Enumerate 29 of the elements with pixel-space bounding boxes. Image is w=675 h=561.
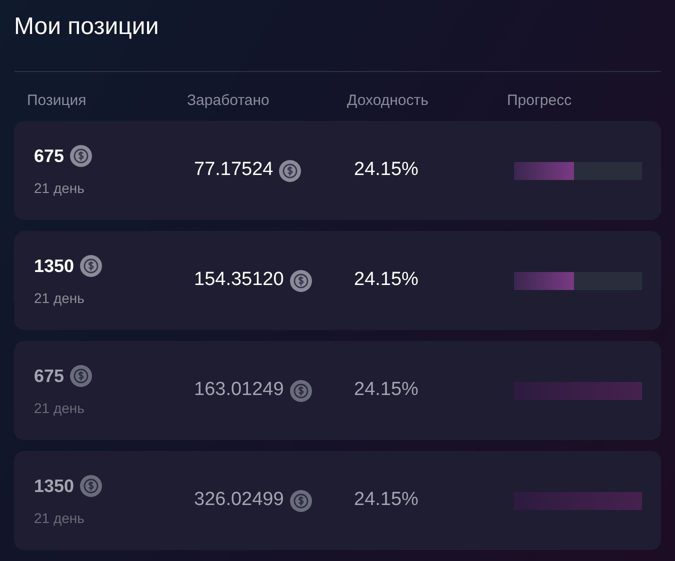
position-term: 21 день	[34, 178, 84, 198]
earned-amount: 163.01249	[194, 378, 284, 402]
page-title: Мои позиции	[14, 12, 160, 42]
position-term: 21 день	[34, 398, 84, 418]
coin-icon	[80, 255, 102, 277]
yield-value: 24.15%	[354, 268, 418, 292]
column-header: Прогресс	[507, 91, 572, 111]
position-amount: 675	[34, 364, 64, 388]
earned-amount: 326.02499	[194, 488, 284, 512]
position-term: 21 день	[34, 508, 84, 528]
coin-icon	[279, 160, 302, 182]
position-amount: 1350	[34, 254, 74, 278]
coin-icon	[70, 145, 92, 167]
coin-icon	[290, 270, 312, 292]
coin-icon	[290, 380, 312, 402]
column-header: Позиция	[27, 91, 86, 111]
column-header: Заработано	[187, 91, 270, 111]
position-amount: 675	[34, 144, 64, 168]
position-term: 21 день	[34, 288, 84, 308]
yield-value: 24.15%	[354, 158, 418, 182]
yield-value: 24.15%	[354, 378, 418, 402]
coin-icon	[80, 475, 102, 497]
coin-icon	[70, 365, 92, 387]
earned-amount: 77.17524	[194, 158, 274, 182]
position-amount: 1350	[34, 474, 74, 498]
yield-value: 24.15%	[354, 488, 418, 512]
column-header: Доходность	[347, 91, 428, 111]
earned-amount: 154.35120	[194, 268, 284, 292]
coin-icon	[290, 490, 312, 512]
